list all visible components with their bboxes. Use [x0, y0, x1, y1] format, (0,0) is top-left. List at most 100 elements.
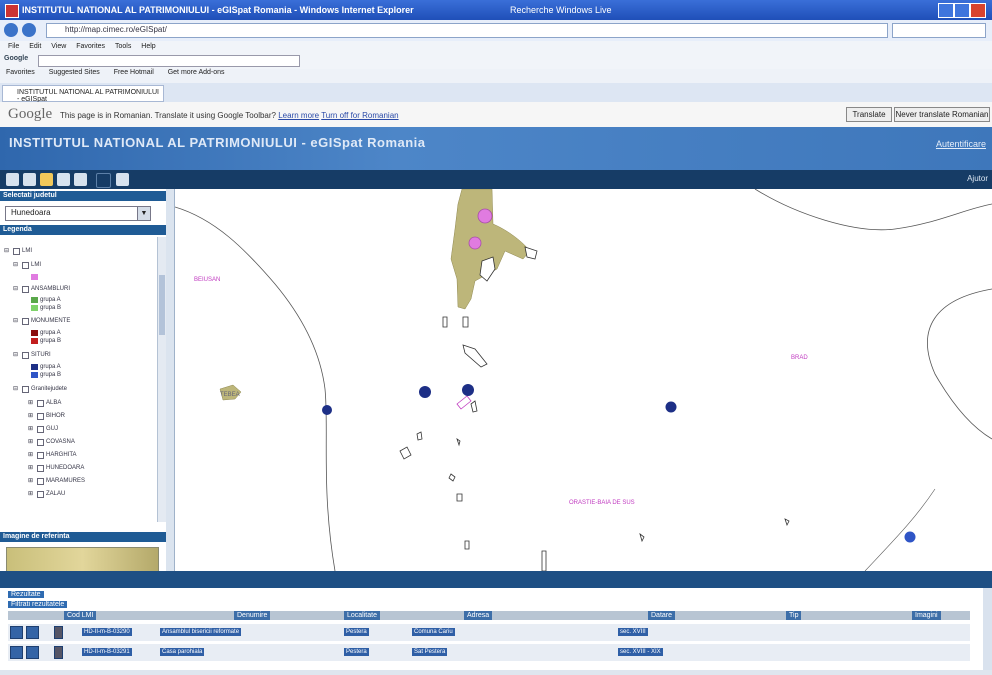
legend-checkbox-county[interactable]	[37, 452, 44, 459]
column-header[interactable]: Cod LMI	[64, 611, 97, 620]
details-icon[interactable]	[26, 626, 39, 639]
zoom-to-icon[interactable]	[10, 646, 23, 659]
menu-edit[interactable]: Edit	[29, 43, 41, 50]
legend-checkbox-lmi[interactable]	[22, 262, 29, 269]
fav-get-addons[interactable]: Get more Add-ons	[168, 69, 225, 76]
legend-checkbox-boundaries[interactable]	[22, 386, 29, 393]
legend-scrollbar[interactable]	[157, 237, 166, 522]
menu-file[interactable]: File	[8, 43, 19, 50]
fav-free-hotmail[interactable]: Free Hotmail	[114, 69, 154, 76]
expand-icon[interactable]: ⊟	[13, 285, 18, 292]
legend-checkbox-county[interactable]	[37, 439, 44, 446]
legend-checkbox-root[interactable]	[13, 248, 20, 255]
browser-tab[interactable]: INSTITUTUL NATIONAL AL PATRIMONIULUI - e…	[2, 85, 164, 103]
column-header[interactable]: Imagini	[912, 611, 941, 620]
legend-checkbox-situri[interactable]	[22, 352, 29, 359]
scrollbar-thumb[interactable]	[159, 275, 165, 335]
legend-tree: ⊟ LMI ⊟ LMI ⊟ ANSAMBLURI grupa A grupa B…	[0, 237, 160, 522]
expand-icon[interactable]: ⊞	[28, 412, 33, 419]
lmi-marker	[477, 208, 493, 224]
results-filter-link[interactable]: Filtrati rezultatele	[8, 601, 68, 608]
menu-favorites[interactable]: Favorites	[76, 43, 105, 50]
zoom-out-icon[interactable]	[23, 173, 36, 186]
monument-polygon	[524, 246, 538, 260]
legend-checkbox-county[interactable]	[37, 478, 44, 485]
translate-message-text: This page is in Romanian. Translate it u…	[60, 111, 276, 120]
learn-more-link[interactable]: Learn more	[278, 111, 319, 120]
legend-checkbox-county[interactable]	[37, 491, 44, 498]
never-translate-button[interactable]: Never translate Romanian	[894, 107, 990, 122]
legend-checkbox-ansambluri[interactable]	[22, 286, 29, 293]
table-row[interactable]: HD-II-m-B-03291 Casa parohiala Pestera S…	[8, 644, 970, 661]
column-header[interactable]: Adresa	[464, 611, 493, 620]
help-link[interactable]: Ajutor	[967, 174, 988, 183]
legend-checkbox-monumente[interactable]	[22, 318, 29, 325]
map-graphics	[175, 189, 992, 571]
menu-view[interactable]: View	[51, 43, 66, 50]
close-icon[interactable]	[970, 3, 986, 18]
favorites-button[interactable]: Favorites	[6, 69, 35, 76]
expand-icon[interactable]: ⊟	[13, 351, 18, 358]
chevron-down-icon[interactable]: ▼	[137, 207, 150, 220]
expand-icon[interactable]: ⊟	[13, 317, 18, 324]
zoom-to-icon[interactable]	[10, 626, 23, 639]
browser-search-input[interactable]	[892, 23, 986, 38]
minimize-icon[interactable]	[938, 3, 954, 18]
translate-button[interactable]: Translate	[846, 107, 892, 122]
info-icon[interactable]	[54, 646, 63, 659]
left-panel: Selectati judetul Hunedoara ▼ Legenda ⊟ …	[0, 189, 167, 573]
column-header[interactable]: Localitate	[344, 611, 380, 620]
column-header[interactable]: Denumire	[234, 611, 271, 620]
back-icon[interactable]	[4, 23, 18, 37]
monument-polygon	[464, 540, 470, 550]
legend-county-label: ZALAU	[46, 491, 66, 497]
url-field[interactable]: http://map.cimec.ro/eGISpat/	[46, 23, 888, 38]
expand-icon[interactable]: ⊞	[28, 399, 33, 406]
results-splitter[interactable]	[0, 571, 992, 588]
zoom-in-icon[interactable]	[6, 173, 19, 186]
monument-marker	[416, 431, 423, 441]
legend-checkbox-county[interactable]	[37, 413, 44, 420]
forward-icon[interactable]	[22, 23, 36, 37]
maximize-icon[interactable]	[954, 3, 970, 18]
expand-icon[interactable]: ⊞	[28, 477, 33, 484]
expand-icon[interactable]: ⊞	[28, 464, 33, 471]
expand-icon[interactable]: ⊞	[28, 490, 33, 497]
expand-icon[interactable]: ⊟	[13, 385, 18, 392]
expand-icon[interactable]: ⊟	[13, 261, 18, 268]
fav-suggested-sites[interactable]: Suggested Sites	[49, 69, 100, 76]
identify-icon[interactable]	[57, 173, 70, 186]
full-extent-icon[interactable]	[74, 173, 87, 186]
legend-swatch-ansambluri-b	[31, 305, 38, 311]
login-link[interactable]: Autentificare	[936, 139, 986, 149]
legend-swatch-situri-a	[31, 364, 38, 370]
results-scrollbar[interactable]	[983, 588, 992, 675]
panel-splitter[interactable]	[166, 189, 175, 571]
monument-polygon	[456, 395, 472, 410]
overview-map[interactable]	[6, 547, 159, 573]
column-header[interactable]: Tip	[786, 611, 802, 620]
pan-icon[interactable]	[40, 173, 53, 186]
expand-icon[interactable]: ⊞	[28, 438, 33, 445]
expand-icon[interactable]: ⊟	[4, 247, 9, 254]
legend-checkbox-county[interactable]	[37, 426, 44, 433]
column-header[interactable]: Datare	[648, 611, 676, 620]
translate-message: This page is in Romanian. Translate it u…	[60, 111, 399, 120]
table-row[interactable]: HD-II-m-B-03290 Ansamblul bisericii refo…	[8, 624, 970, 641]
info-icon[interactable]	[54, 626, 63, 639]
legend-root-label: LMI	[22, 248, 33, 254]
expand-icon[interactable]: ⊞	[28, 425, 33, 432]
expand-icon[interactable]: ⊞	[28, 451, 33, 458]
map-canvas[interactable]: BEIUSAN BRAD ORASTIE-BAIA DE SUS TEBEA	[175, 189, 992, 571]
print-icon[interactable]	[116, 173, 129, 186]
turn-off-link[interactable]: Turn off for Romanian	[321, 111, 398, 120]
menu-tools[interactable]: Tools	[115, 43, 131, 50]
map-label: BRAD	[791, 355, 808, 361]
county-select[interactable]: Hunedoara ▼	[5, 206, 151, 221]
legend-checkbox-county[interactable]	[37, 400, 44, 407]
legend-checkbox-county[interactable]	[37, 465, 44, 472]
google-search-input[interactable]	[38, 55, 300, 67]
menu-help[interactable]: Help	[141, 43, 155, 50]
legend-swatch-monumente-a	[31, 330, 38, 336]
details-icon[interactable]	[26, 646, 39, 659]
